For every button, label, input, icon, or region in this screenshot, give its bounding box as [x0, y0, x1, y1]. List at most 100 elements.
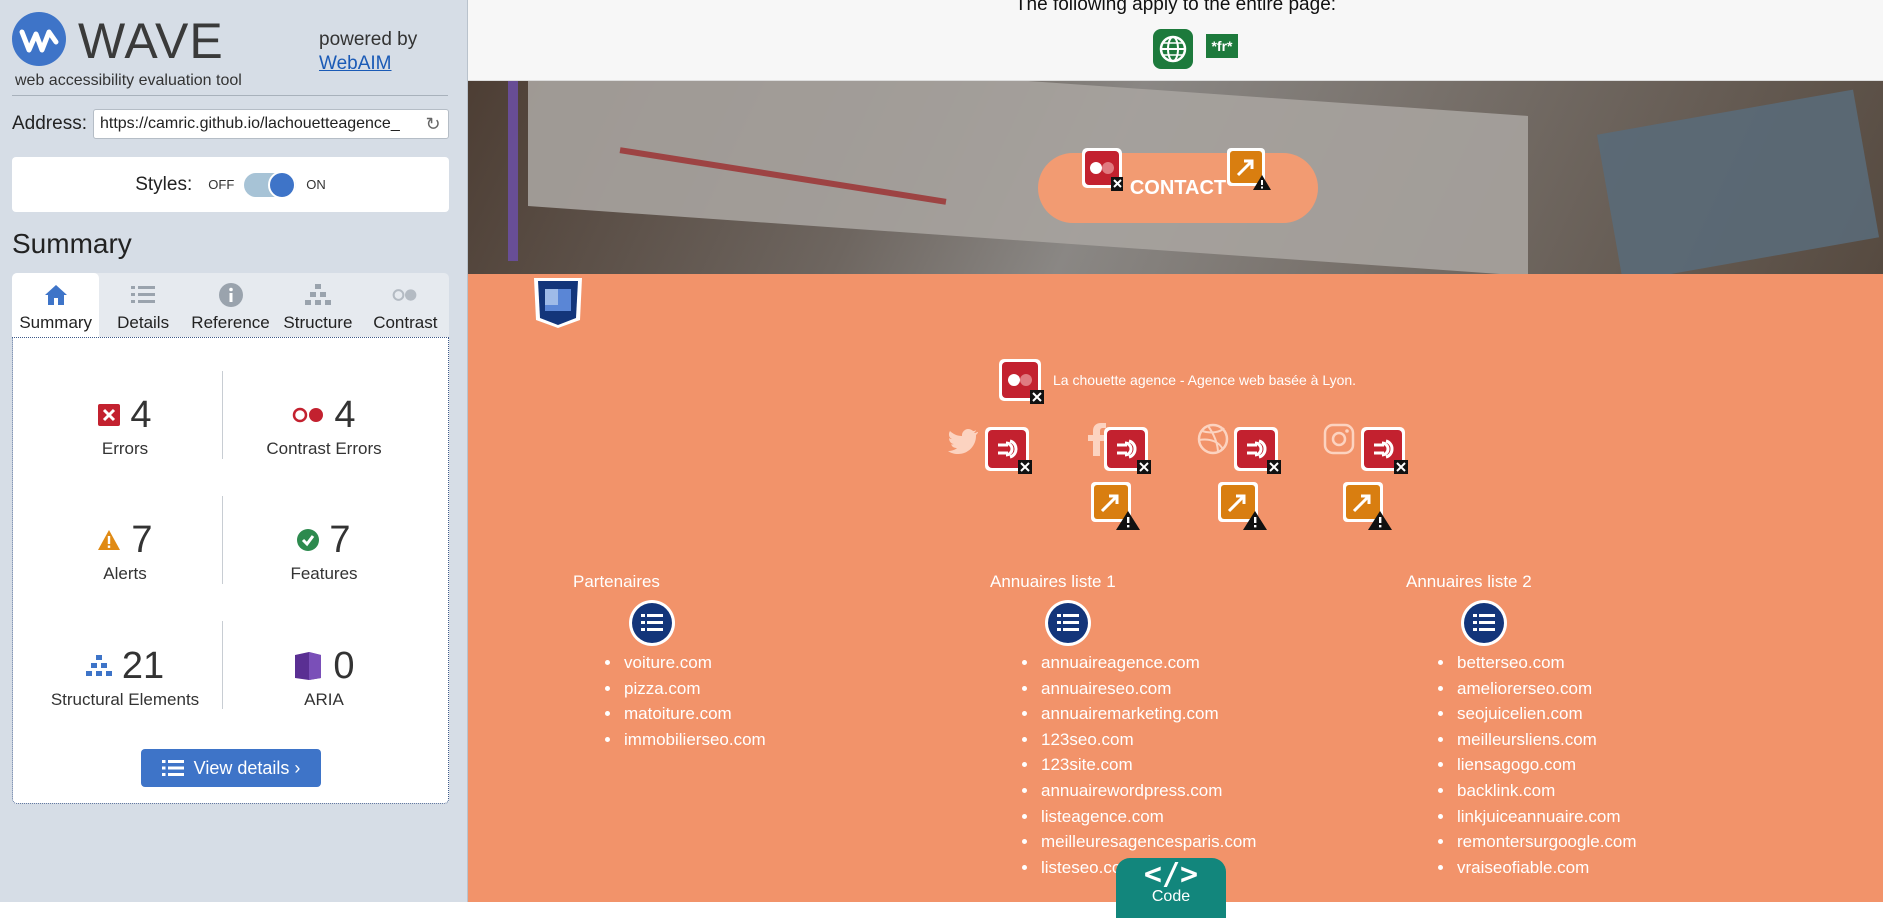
- list-item-link[interactable]: meilleursliens.com: [1457, 730, 1597, 749]
- stat-aria[interactable]: 0 ARIA: [224, 644, 424, 710]
- alert-link-icon[interactable]: [1090, 479, 1142, 531]
- contrast-icon: [392, 282, 418, 308]
- instagram-icon[interactable]: [1322, 422, 1356, 456]
- error-icon[interactable]: [998, 358, 1046, 406]
- tab-reference[interactable]: Reference: [187, 273, 274, 337]
- list-item[interactable]: linkjuiceannuaire.com: [1455, 804, 1637, 830]
- contrast-count: 4: [334, 393, 356, 436]
- list-item[interactable]: voiture.com: [622, 650, 766, 676]
- page-level-icons-bar: The following apply to the entire page: …: [468, 0, 1883, 81]
- list-item[interactable]: matoiture.com: [622, 701, 766, 727]
- list-item[interactable]: meilleuresagencesparis.com: [1039, 829, 1256, 855]
- stat-contrast[interactable]: 4 Contrast Errors: [224, 393, 424, 459]
- list-item-link[interactable]: liensagogo.com: [1457, 755, 1576, 774]
- tab-contrast[interactable]: Contrast: [362, 273, 449, 337]
- tab-label: Contrast: [373, 313, 438, 332]
- tab-summary[interactable]: Summary: [12, 273, 100, 337]
- list-item-link[interactable]: meilleuresagencesparis.com: [1041, 832, 1256, 851]
- list-structure-icon[interactable]: [1460, 599, 1508, 647]
- tab-details[interactable]: Details: [99, 273, 186, 337]
- list-item-link[interactable]: remontersurgoogle.com: [1457, 832, 1637, 851]
- reload-icon[interactable]: ↻: [424, 115, 442, 133]
- styles-toggle[interactable]: [244, 170, 297, 199]
- list-item-link[interactable]: annuaireseo.com: [1041, 679, 1171, 698]
- list-structure-icon[interactable]: [1044, 599, 1092, 647]
- list-item[interactable]: annuaireseo.com: [1039, 676, 1256, 702]
- list-item[interactable]: annuaireagence.com: [1039, 650, 1256, 676]
- powered-by-text: powered by: [319, 29, 418, 50]
- list-item-link[interactable]: annuairemarketing.com: [1041, 704, 1219, 723]
- list-item-link[interactable]: pizza.com: [624, 679, 701, 698]
- features-count: 7: [329, 518, 351, 561]
- alert-icon: [98, 530, 121, 550]
- list-item[interactable]: liensagogo.com: [1455, 752, 1637, 778]
- list-item[interactable]: ameliorerseo.com: [1455, 676, 1637, 702]
- toggle-knob[interactable]: [268, 170, 297, 199]
- list-item-link[interactable]: vraiseofiable.com: [1457, 858, 1589, 877]
- divider: [222, 371, 223, 459]
- list-item-link[interactable]: matoiture.com: [624, 704, 732, 723]
- info-icon: [218, 282, 244, 308]
- alert-link-icon[interactable]: [1342, 479, 1394, 531]
- hero-image: CONTACT: [468, 81, 1883, 274]
- list-item[interactable]: 123site.com: [1039, 752, 1256, 778]
- list-item-link[interactable]: immobilierseo.com: [624, 730, 766, 749]
- divider: [12, 95, 448, 96]
- stat-structural[interactable]: 21 Structural Elements: [25, 644, 225, 710]
- site-footer: La chouette agence - Agence web basée à …: [468, 274, 1883, 902]
- tab-structure[interactable]: Structure: [274, 273, 361, 337]
- divider: [222, 496, 223, 584]
- language-badge[interactable]: *fr*: [1206, 34, 1238, 58]
- address-input[interactable]: https://camric.github.io/lachouetteagenc…: [92, 109, 449, 139]
- list-item[interactable]: 123seo.com: [1039, 727, 1256, 753]
- error-link-icon[interactable]: [1360, 426, 1410, 476]
- list-item[interactable]: backlink.com: [1455, 778, 1637, 804]
- view-details-button[interactable]: View details ›: [141, 749, 321, 787]
- list-item[interactable]: listeagence.com: [1039, 804, 1256, 830]
- error-link-icon[interactable]: [984, 426, 1034, 476]
- list-item-link[interactable]: listeagence.com: [1041, 807, 1164, 826]
- list-item[interactable]: annuairewordpress.com: [1039, 778, 1256, 804]
- alert-link-icon[interactable]: [1217, 479, 1269, 531]
- list-item-link[interactable]: linkjuiceannuaire.com: [1457, 807, 1620, 826]
- address-value[interactable]: https://camric.github.io/lachouetteagenc…: [100, 115, 418, 133]
- stat-alerts[interactable]: 7 Alerts: [25, 518, 225, 584]
- column-title: Annuaires liste 2: [1406, 572, 1532, 591]
- list-item-link[interactable]: 123seo.com: [1041, 730, 1134, 749]
- list-item-link[interactable]: voiture.com: [624, 653, 712, 672]
- error-link-icon[interactable]: [1103, 426, 1153, 476]
- list-item[interactable]: seojuicelien.com: [1455, 701, 1637, 727]
- webaim-link[interactable]: WebAIM: [319, 53, 392, 74]
- stat-features[interactable]: 7 Features: [224, 518, 424, 584]
- alert-icon: [1227, 148, 1271, 190]
- list-item-link[interactable]: 123site.com: [1041, 755, 1133, 774]
- twitter-icon[interactable]: [946, 424, 980, 458]
- summary-panel: 4 Errors 4 Contrast Errors 7 Alerts 7 Fe…: [12, 337, 449, 804]
- list-item[interactable]: pizza.com: [622, 676, 766, 702]
- list-item-link[interactable]: annuairewordpress.com: [1041, 781, 1222, 800]
- list-item-link[interactable]: backlink.com: [1457, 781, 1555, 800]
- list-item-link[interactable]: betterseo.com: [1457, 653, 1565, 672]
- list-item[interactable]: betterseo.com: [1455, 650, 1637, 676]
- list-item[interactable]: annuairemarketing.com: [1039, 701, 1256, 727]
- error-icon: [98, 404, 121, 426]
- list-item-link[interactable]: annuaireagence.com: [1041, 653, 1200, 672]
- code-toggle-button[interactable]: </> Code: [1116, 858, 1226, 918]
- list-item-link[interactable]: seojuicelien.com: [1457, 704, 1583, 723]
- list-item-link[interactable]: ameliorerseo.com: [1457, 679, 1592, 698]
- contact-button[interactable]: CONTACT: [1038, 148, 1318, 223]
- view-details-label: View details ›: [193, 757, 301, 778]
- error-link-icon[interactable]: [1233, 426, 1283, 476]
- list-item[interactable]: meilleursliens.com: [1455, 727, 1637, 753]
- list-item[interactable]: vraiseofiable.com: [1455, 855, 1637, 881]
- dribbble-icon[interactable]: [1196, 422, 1230, 456]
- globe-icon[interactable]: [1153, 29, 1193, 69]
- stat-errors[interactable]: 4 Errors: [25, 393, 225, 459]
- footer-structure-icon[interactable]: [532, 276, 584, 330]
- list-item[interactable]: remontersurgoogle.com: [1455, 829, 1637, 855]
- aria-icon: [295, 652, 322, 680]
- list-item[interactable]: immobilierseo.com: [622, 727, 766, 753]
- list-structure-icon[interactable]: [628, 599, 676, 647]
- toggle-on-label: ON: [306, 177, 326, 192]
- wave-wordmark: WAVE: [78, 13, 224, 69]
